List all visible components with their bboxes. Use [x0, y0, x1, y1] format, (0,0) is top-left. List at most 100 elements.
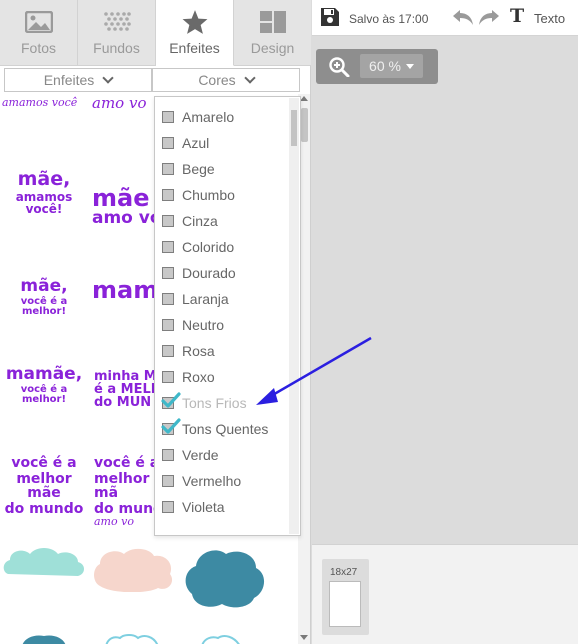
color-option-label: Vermelho — [182, 473, 242, 489]
sticker-mamae-voce-melhor[interactable]: mamãe, você é a melhor! — [0, 366, 88, 405]
layout-icon — [258, 8, 288, 36]
sticker-amamos-voce[interactable]: amamos você — [2, 96, 77, 109]
checkbox[interactable] — [162, 501, 174, 513]
asset-tabs: Fotos Fundos Enfeites Design — [0, 0, 311, 66]
annotation-arrow-icon — [256, 336, 372, 405]
color-option-bege[interactable]: Bege — [162, 158, 215, 180]
color-option-tons-quentes[interactable]: Tons Quentes — [161, 418, 269, 440]
page-thumbnail[interactable] — [329, 581, 361, 627]
color-option-dourado[interactable]: Dourado — [162, 262, 236, 284]
cloud-peach-sticker[interactable] — [92, 546, 174, 592]
color-option-chumbo[interactable]: Chumbo — [162, 184, 235, 206]
sticker-amo-voce[interactable]: amo vo — [92, 94, 146, 112]
color-option-label: Laranja — [182, 291, 229, 307]
cloud-mint-sticker[interactable] — [2, 544, 86, 580]
page-thumbnail-card[interactable]: 18x27 — [322, 559, 369, 635]
scroll-thumb[interactable] — [291, 110, 297, 146]
checkbox-checked[interactable] — [161, 418, 181, 435]
color-option-label: Tons Quentes — [182, 421, 269, 437]
tab-label: Enfeites — [169, 40, 220, 56]
tab-fotos[interactable]: Fotos — [0, 0, 78, 66]
cloud-outline-small-sticker[interactable] — [200, 634, 244, 644]
sticker-line: mamãe, — [5, 364, 83, 384]
checkbox[interactable] — [162, 111, 174, 123]
color-option-label: Tons Frios — [182, 395, 247, 411]
color-option-azul[interactable]: Azul — [162, 132, 209, 154]
color-option-roxo[interactable]: Roxo — [162, 366, 215, 388]
color-option-label: Colorido — [182, 239, 235, 255]
sticker-line: mãe, — [17, 168, 71, 190]
checkbox[interactable] — [162, 449, 174, 461]
tab-label: Fundos — [93, 40, 140, 56]
sticker-line: mãe — [92, 184, 150, 212]
checkbox[interactable] — [162, 345, 174, 357]
redo-icon[interactable] — [478, 8, 500, 31]
tab-enfeites[interactable]: Enfeites — [156, 0, 234, 66]
color-option-verde[interactable]: Verde — [162, 444, 219, 466]
cloud-teal-partial-sticker[interactable] — [18, 634, 70, 644]
scroll-down-icon[interactable] — [300, 635, 308, 640]
color-option-vermelho[interactable]: Vermelho — [162, 470, 241, 492]
sticker-line: você é a — [11, 455, 77, 471]
text-tool-icon[interactable]: T — [510, 5, 524, 27]
sticker-mamae[interactable]: mamã — [92, 278, 174, 302]
checkbox[interactable] — [162, 267, 174, 279]
page-size-label: 18x27 — [330, 567, 358, 578]
color-option-cinza[interactable]: Cinza — [162, 210, 218, 232]
sticker-line: mãe, — [20, 276, 68, 296]
zoom-control: 60 % — [316, 49, 438, 84]
checkbox[interactable] — [162, 137, 174, 149]
checkbox[interactable] — [162, 215, 174, 227]
checkbox[interactable] — [162, 475, 174, 487]
color-option-laranja[interactable]: Laranja — [162, 288, 229, 310]
checkbox[interactable] — [162, 371, 174, 383]
checkbox[interactable] — [162, 163, 174, 175]
sticker-mae-amamos-voce[interactable]: mãe, amamos você! — [0, 168, 88, 216]
color-option-rosa[interactable]: Rosa — [162, 340, 215, 362]
tab-label: Fotos — [20, 40, 56, 56]
color-dropdown: Amarelo Azul Bege Chumbo Cinza Colorido Dourad… — [154, 96, 301, 536]
text-tool-label[interactable]: Texto — [534, 11, 565, 26]
tab-label: Design — [250, 40, 295, 56]
sticker-mae-voce-melhor[interactable]: mãe, você é a melhor! — [0, 278, 88, 317]
color-option-violeta[interactable]: Violeta — [162, 496, 225, 518]
sticker-line: você é a melhor! — [20, 296, 68, 317]
color-option-label: Bege — [182, 161, 215, 177]
cloud-outline-partial-sticker[interactable] — [104, 634, 160, 644]
category-select[interactable]: Enfeites — [4, 68, 152, 92]
zoom-select[interactable]: 60 % — [360, 54, 423, 78]
color-option-amarelo[interactable]: Amarelo — [162, 106, 234, 128]
cloud-teal-sticker[interactable] — [182, 546, 266, 610]
color-option-label: Dourado — [182, 265, 236, 281]
filter-bar: Enfeites Cores — [4, 68, 304, 92]
undo-icon[interactable] — [452, 8, 474, 31]
color-select[interactable]: Cores — [152, 68, 300, 92]
color-option-neutro[interactable]: Neutro — [162, 314, 224, 336]
checkbox[interactable] — [162, 319, 174, 331]
chevron-down-icon — [102, 72, 114, 84]
image-icon — [24, 8, 54, 36]
dropdown-scrollbar[interactable] — [289, 98, 299, 534]
color-select-value: Cores — [198, 72, 236, 88]
color-option-label: Verde — [182, 447, 219, 463]
color-option-label: Violeta — [182, 499, 225, 515]
scroll-up-icon[interactable] — [300, 96, 308, 101]
save-icon[interactable] — [320, 7, 340, 32]
checkbox-checked[interactable] — [161, 392, 181, 409]
checkbox[interactable] — [162, 241, 174, 253]
color-option-colorido[interactable]: Colorido — [162, 236, 234, 258]
zoom-value: 60 % — [369, 58, 401, 74]
zoom-in-icon[interactable] — [329, 57, 351, 82]
chevron-down-icon — [244, 72, 256, 84]
checkbox[interactable] — [162, 189, 174, 201]
checkbox[interactable] — [162, 293, 174, 305]
color-option-tons-frios[interactable]: Tons Frios — [161, 392, 247, 414]
sticker-line: amamos você! — [15, 190, 73, 216]
sticker-voce-melhor-mae[interactable]: você é a melhor mãe do mundo — [0, 456, 88, 516]
sticker-mae-amo-voce[interactable]: mãe amo vo — [92, 186, 162, 227]
tab-design[interactable]: Design — [234, 0, 311, 66]
scroll-thumb[interactable] — [301, 108, 308, 142]
color-option-label: Amarelo — [182, 109, 235, 125]
sticker-line: do mundo — [4, 501, 84, 517]
tab-fundos[interactable]: Fundos — [78, 0, 156, 66]
